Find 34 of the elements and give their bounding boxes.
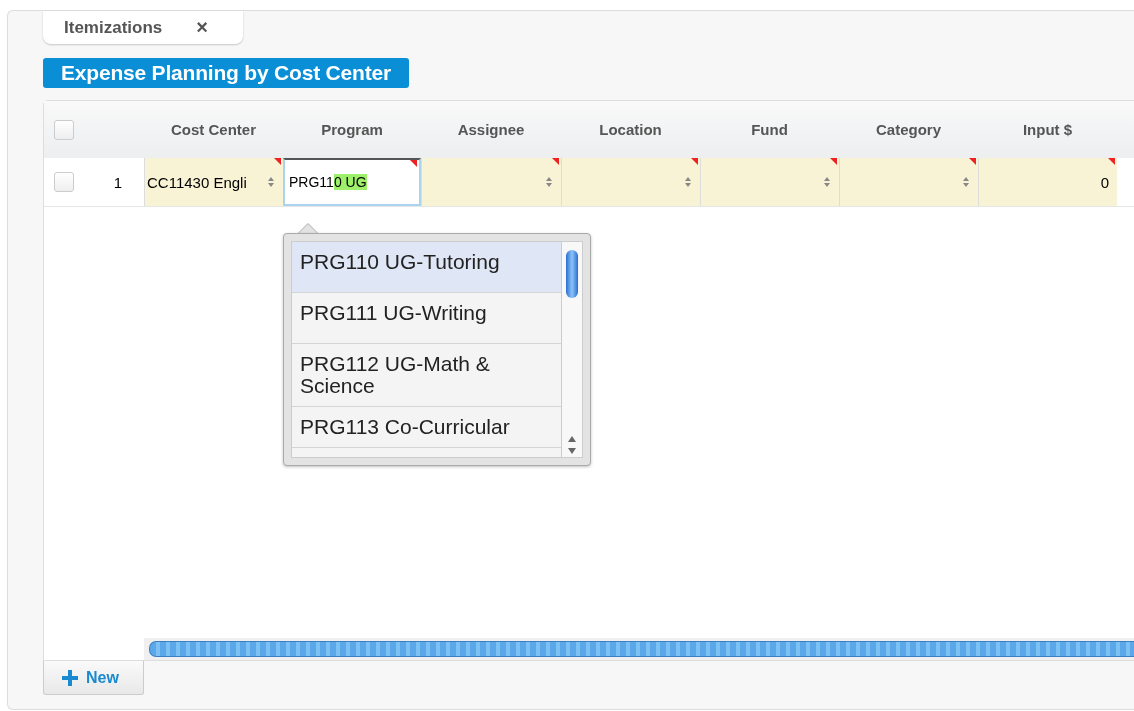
- column-header[interactable]: Location: [561, 121, 700, 138]
- column-header[interactable]: Assignee: [421, 121, 561, 138]
- stepper-icon[interactable]: [545, 176, 553, 188]
- up-arrow-icon[interactable]: [568, 436, 576, 442]
- table-cell[interactable]: CC11430 Engli: [144, 158, 283, 206]
- dropdown-item[interactable]: PRG110 UG-Tutoring: [292, 242, 561, 293]
- row-number: 1: [112, 172, 123, 193]
- input-field[interactable]: PRG110 UG: [283, 158, 421, 206]
- column-header[interactable]: Category: [839, 121, 978, 138]
- column-header[interactable]: Program: [283, 121, 421, 138]
- table-cell[interactable]: [561, 158, 700, 206]
- row-checkbox[interactable]: [54, 172, 74, 192]
- column-header[interactable]: Fund: [700, 121, 839, 138]
- column-header[interactable]: Input $: [978, 121, 1117, 138]
- down-arrow-icon[interactable]: [568, 448, 576, 454]
- table-cell[interactable]: [421, 158, 561, 206]
- dropdown-item[interactable]: PRG112 UG-Math & Science: [292, 344, 561, 407]
- table-cell[interactable]: [700, 158, 839, 206]
- stepper-icon[interactable]: [823, 176, 831, 188]
- plus-icon: [62, 669, 78, 686]
- section-title: Expense Planning by Cost Center: [43, 58, 409, 88]
- scrollbar-thumb[interactable]: [566, 250, 578, 298]
- dropdown-item[interactable]: PRG111 UG-Writing: [292, 293, 561, 344]
- close-icon[interactable]: ×: [196, 16, 208, 39]
- tab[interactable]: Itemizations ×: [43, 11, 243, 44]
- column-header[interactable]: Cost Center: [144, 121, 283, 138]
- stepper-icon[interactable]: [267, 176, 275, 188]
- stepper-icon[interactable]: [684, 176, 692, 188]
- dropdown-item[interactable]: PRG113 Co-Curricular: [292, 407, 561, 448]
- scrollbar-thumb[interactable]: [149, 641, 1134, 657]
- table-cell[interactable]: 0: [978, 158, 1117, 206]
- select-all-checkbox[interactable]: [54, 119, 74, 140]
- stepper-icon[interactable]: [962, 176, 970, 188]
- table-cell[interactable]: [839, 158, 978, 206]
